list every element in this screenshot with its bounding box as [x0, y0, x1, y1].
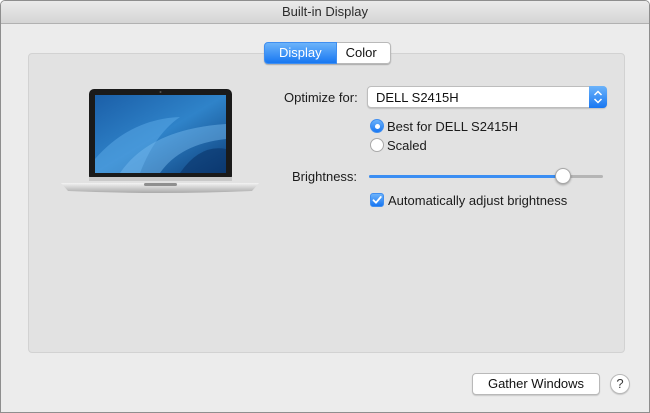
brightness-slider-fill	[369, 175, 564, 178]
gather-windows-button[interactable]: Gather Windows	[472, 373, 600, 395]
optimize-for-value: DELL S2415H	[376, 90, 459, 105]
scaled-label: Scaled	[387, 138, 427, 153]
help-icon[interactable]: ?	[610, 374, 630, 394]
optimize-for-popup[interactable]: DELL S2415H	[367, 86, 607, 108]
laptop-icon	[61, 89, 259, 193]
tab-bar: Display Color	[264, 42, 391, 64]
tab-display[interactable]: Display	[264, 42, 337, 64]
scaled-radio[interactable]	[370, 138, 384, 152]
auto-brightness-checkbox[interactable]	[370, 193, 384, 207]
display-preferences-window: Built-in Display Display Color Optimize …	[0, 0, 650, 413]
best-for-display-radio[interactable]	[370, 119, 384, 133]
brightness-label: Brightness:	[292, 169, 358, 184]
tab-color[interactable]: Color	[336, 42, 391, 64]
auto-brightness-label: Automatically adjust brightness	[388, 193, 568, 208]
chevron-up-down-icon	[589, 86, 607, 108]
best-for-display-label: Best for DELL S2415H	[387, 119, 519, 134]
checkmark-icon	[372, 196, 382, 204]
optimize-label: Optimize for:	[284, 90, 358, 105]
window-title: Built-in Display	[1, 1, 649, 24]
